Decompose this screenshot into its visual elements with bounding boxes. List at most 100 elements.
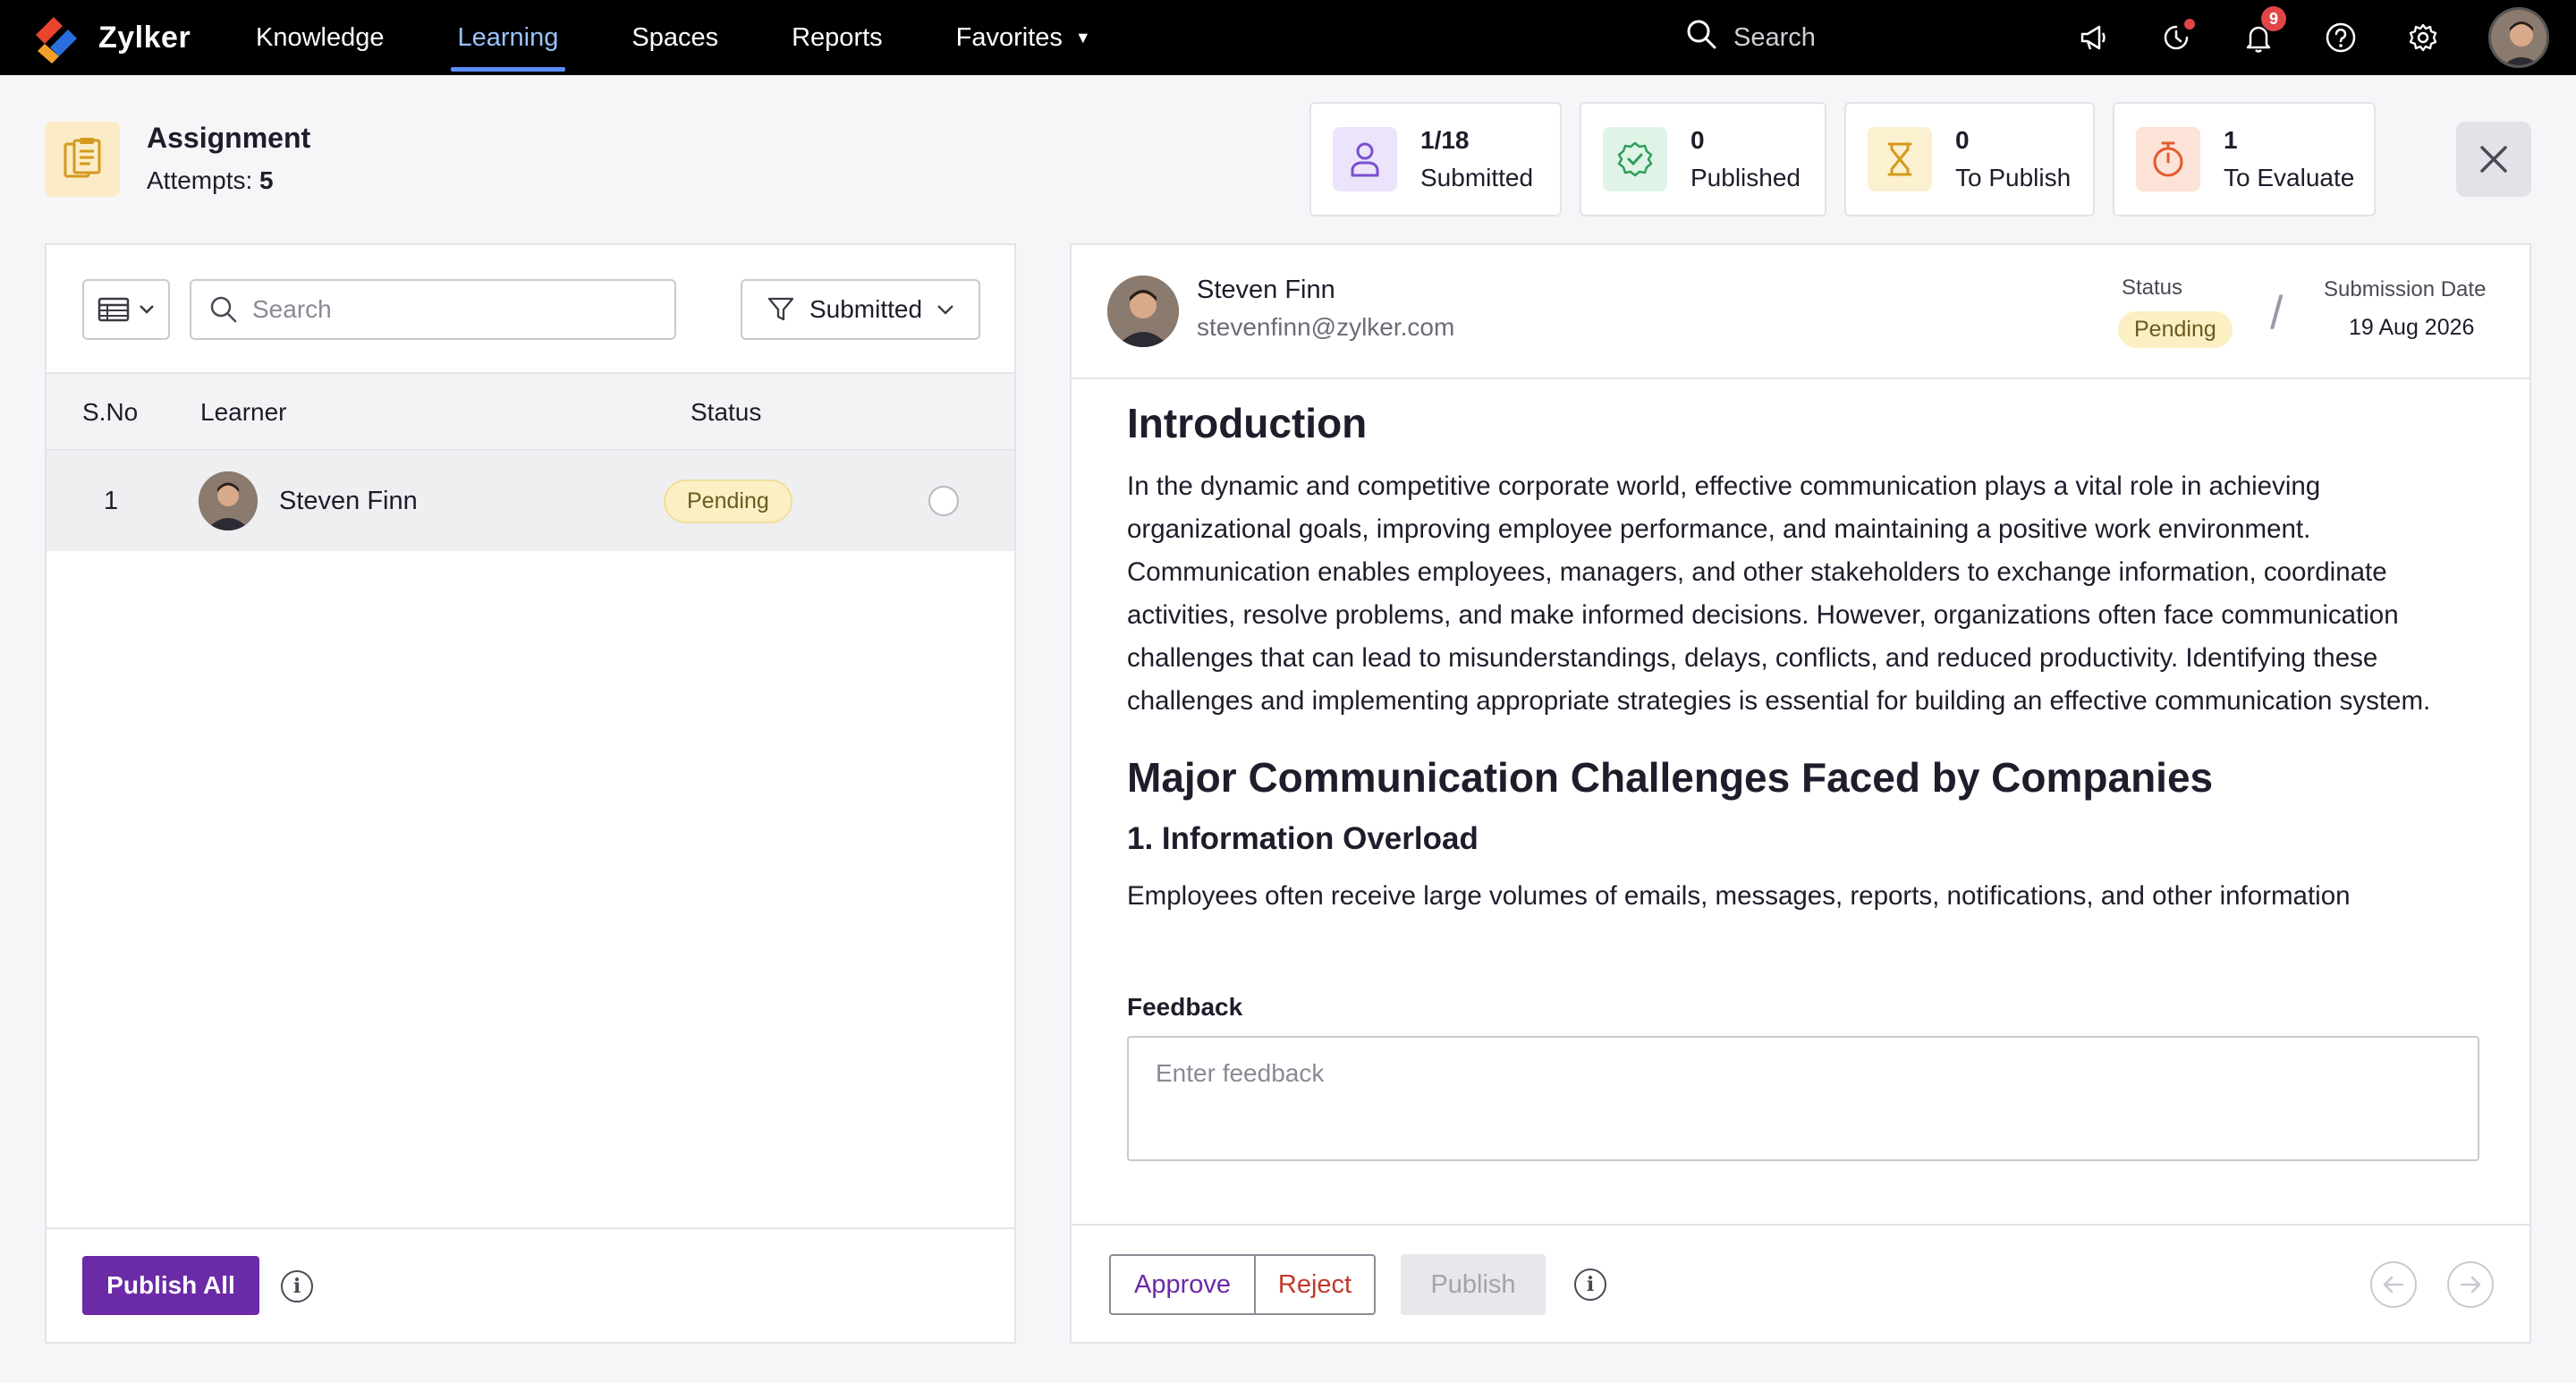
filter-label: Submitted bbox=[809, 295, 923, 323]
avatar bbox=[1107, 276, 1179, 347]
nav-knowledge[interactable]: Knowledge bbox=[233, 0, 408, 75]
stat-to-publish-value: 0 bbox=[1955, 126, 1970, 154]
zylker-logo-icon bbox=[27, 8, 86, 67]
list-toolbar: Submitted bbox=[47, 245, 1014, 374]
gear-icon[interactable] bbox=[2406, 21, 2440, 55]
table-row[interactable]: 1 Steven Finn Pending bbox=[47, 451, 1014, 551]
next-button[interactable] bbox=[2447, 1261, 2494, 1308]
arrow-left-icon bbox=[2383, 1276, 2404, 1294]
global-search[interactable]: Search bbox=[1685, 0, 1816, 75]
user-avatar[interactable] bbox=[2488, 7, 2549, 68]
nav-reports-label: Reports bbox=[792, 22, 883, 52]
nav-favorites[interactable]: Favorites ▼ bbox=[933, 0, 1114, 75]
stat-card-submitted[interactable]: 1/18 Submitted bbox=[1309, 102, 1562, 216]
submission-footer: Approve Reject Publish i bbox=[1072, 1224, 2529, 1342]
feedback-input[interactable] bbox=[1127, 1036, 2479, 1161]
arrow-right-icon bbox=[2460, 1276, 2481, 1294]
stat-card-to-evaluate[interactable]: 1 To Evaluate bbox=[2113, 102, 2376, 216]
status-filter-dropdown[interactable]: Submitted bbox=[741, 279, 980, 340]
doc-subheading-overload: 1. Information Overload bbox=[1127, 821, 1479, 856]
doc-heading-introduction: Introduction bbox=[1127, 400, 1368, 446]
approve-reject-group: Approve Reject bbox=[1109, 1254, 1376, 1315]
learner-email: stevenfinn@zylker.com bbox=[1197, 313, 1455, 341]
view-toggle-button[interactable] bbox=[82, 279, 170, 340]
top-navigation-bar: Zylker Knowledge Learning Spaces Reports… bbox=[0, 0, 2576, 75]
submissions-list-panel: Submitted S.No Learner Status 1 Steven F… bbox=[45, 243, 1016, 1344]
attempts-label: Attempts: bbox=[147, 166, 253, 194]
column-sno: S.No bbox=[82, 398, 139, 426]
caret-down-icon: ▼ bbox=[1074, 28, 1091, 47]
filter-icon bbox=[767, 297, 794, 321]
status-badge: Pending bbox=[2118, 311, 2233, 348]
app-logo[interactable]: Zylker bbox=[27, 0, 191, 75]
column-learner: Learner bbox=[200, 398, 287, 426]
stat-to-evaluate-label: To Evaluate bbox=[2224, 164, 2355, 191]
column-status: Status bbox=[691, 398, 762, 426]
nav-learning[interactable]: Learning bbox=[435, 0, 582, 75]
info-icon[interactable]: i bbox=[281, 1270, 313, 1302]
publish-button[interactable]: Publish bbox=[1401, 1254, 1546, 1315]
chevron-down-icon bbox=[937, 305, 953, 315]
nav-reports[interactable]: Reports bbox=[768, 0, 906, 75]
notification-badge: 9 bbox=[2261, 6, 2286, 31]
nav-spaces[interactable]: Spaces bbox=[608, 0, 741, 75]
row-radio-button[interactable] bbox=[928, 486, 959, 516]
activity-dot bbox=[2184, 19, 2195, 30]
list-search-input[interactable] bbox=[252, 295, 646, 324]
user-icon bbox=[1333, 127, 1397, 191]
row-learner-name: Steven Finn bbox=[279, 486, 418, 515]
bell-icon[interactable]: 9 bbox=[2241, 6, 2286, 55]
list-search-box[interactable] bbox=[190, 279, 676, 340]
nav-learning-label: Learning bbox=[457, 22, 559, 52]
global-search-placeholder: Search bbox=[1733, 22, 1816, 52]
assignment-header: Assignment Attempts: 5 1/18 Submitted 0 … bbox=[0, 75, 2576, 242]
assignment-attempts: Attempts: 5 bbox=[147, 166, 274, 195]
close-button[interactable] bbox=[2456, 122, 2531, 197]
submission-detail-panel: Steven Finn stevenfinn@zylker.com Status… bbox=[1070, 243, 2531, 1344]
info-icon[interactable]: i bbox=[1574, 1268, 1606, 1301]
stat-to-evaluate-value: 1 bbox=[2224, 126, 2238, 154]
top-icons: 9 bbox=[2077, 0, 2549, 75]
status-badge: Pending bbox=[664, 479, 792, 523]
feedback-label: Feedback bbox=[1127, 993, 1243, 1021]
check-badge-icon bbox=[1603, 127, 1667, 191]
stat-submitted-value: 1/18 bbox=[1420, 126, 1470, 154]
learner-name: Steven Finn bbox=[1197, 276, 1335, 304]
app-name: Zylker bbox=[98, 20, 191, 55]
avatar bbox=[199, 471, 258, 530]
header-divider: / bbox=[2270, 287, 2284, 339]
nav-spaces-label: Spaces bbox=[631, 22, 719, 52]
publish-all-button[interactable]: Publish All bbox=[82, 1256, 259, 1315]
nav-favorites-label: Favorites bbox=[955, 22, 1063, 52]
row-select[interactable] bbox=[928, 451, 959, 551]
attempts-value: 5 bbox=[259, 166, 274, 194]
assignment-title: Assignment bbox=[147, 122, 311, 154]
search-icon bbox=[210, 296, 237, 323]
doc-paragraph-intro: In the dynamic and competitive corporate… bbox=[1127, 471, 2431, 716]
doc-paragraph-overload: Employees often receive large volumes of… bbox=[1127, 881, 2351, 911]
help-icon[interactable] bbox=[2324, 21, 2358, 55]
main-nav: Knowledge Learning Spaces Reports Favori… bbox=[233, 0, 1141, 75]
table-view-icon bbox=[97, 297, 130, 322]
stat-to-publish-label: To Publish bbox=[1955, 164, 2072, 191]
timer-icon bbox=[2136, 127, 2200, 191]
row-learner: Steven Finn bbox=[199, 451, 418, 551]
previous-button[interactable] bbox=[2370, 1261, 2417, 1308]
status-label: Status bbox=[2121, 276, 2183, 300]
megaphone-icon[interactable] bbox=[2077, 21, 2111, 55]
table-header: S.No Learner Status bbox=[47, 374, 1014, 451]
approve-button[interactable]: Approve bbox=[1109, 1254, 1256, 1315]
submission-content: Introduction In the dynamic and competit… bbox=[1127, 399, 2487, 1190]
submission-date-label: Submission Date bbox=[2324, 277, 2487, 301]
list-footer: Publish All i bbox=[47, 1227, 1014, 1342]
submission-header: Steven Finn stevenfinn@zylker.com Status… bbox=[1072, 245, 2529, 379]
row-status: Pending bbox=[664, 451, 792, 551]
nav-knowledge-label: Knowledge bbox=[256, 22, 385, 52]
activity-icon[interactable] bbox=[2159, 19, 2195, 55]
reject-button[interactable]: Reject bbox=[1256, 1254, 1376, 1315]
clipboard-icon bbox=[45, 122, 120, 197]
stat-card-published[interactable]: 0 Published bbox=[1580, 102, 1826, 216]
submission-document[interactable]: Introduction In the dynamic and competit… bbox=[1127, 399, 2487, 963]
chevron-down-icon bbox=[140, 305, 154, 314]
stat-card-to-publish[interactable]: 0 To Publish bbox=[1844, 102, 2095, 216]
